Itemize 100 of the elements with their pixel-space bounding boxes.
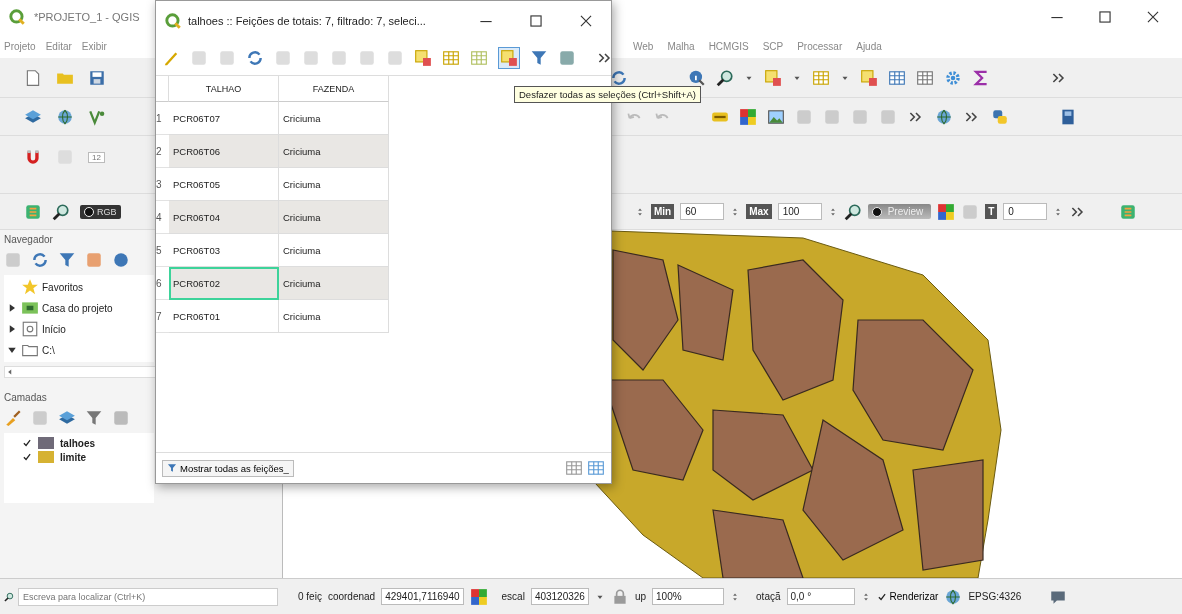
info-icon[interactable] bbox=[112, 251, 130, 269]
max-field[interactable]: 100 bbox=[777, 203, 822, 220]
python-icon[interactable] bbox=[991, 107, 1009, 126]
scale-field[interactable]: 403120326 bbox=[530, 588, 589, 605]
table-cell[interactable]: PCR06T06 bbox=[169, 135, 279, 168]
magnifier-icon[interactable] bbox=[716, 68, 734, 87]
max-label: Max bbox=[746, 204, 772, 219]
filter-icon[interactable] bbox=[85, 409, 103, 427]
crs-button[interactable]: EPSG:4326 bbox=[968, 591, 1022, 602]
band-combo[interactable]: RGB bbox=[80, 204, 121, 219]
magnet-icon[interactable] bbox=[24, 148, 42, 166]
filter-icon[interactable] bbox=[58, 251, 76, 269]
rotation-field[interactable]: 0,0 ° bbox=[786, 588, 855, 605]
table-icon[interactable] bbox=[812, 68, 830, 87]
checkmark-icon bbox=[876, 591, 887, 602]
t-label: T bbox=[985, 204, 998, 219]
image-icon[interactable] bbox=[767, 107, 785, 126]
tooltip: Desfazer todas as seleções (Ctrl+Shift+A) bbox=[514, 86, 701, 103]
extents-icon[interactable] bbox=[469, 587, 488, 606]
home-icon bbox=[21, 320, 39, 338]
filter-icon[interactable] bbox=[530, 49, 548, 67]
window-title: *PROJETO_1 - QGIS bbox=[34, 11, 140, 23]
crs-globe-icon[interactable] bbox=[944, 587, 963, 606]
rotation-label: otaçã bbox=[756, 591, 781, 602]
gear-icon[interactable] bbox=[944, 68, 962, 87]
table-cell[interactable]: Criciuma bbox=[279, 135, 389, 168]
deselect-icon[interactable] bbox=[860, 68, 878, 87]
zoom-icon[interactable] bbox=[843, 202, 862, 221]
filter-icon bbox=[167, 463, 177, 473]
table-view-icon[interactable] bbox=[587, 459, 605, 477]
dialog-title: talhoes :: Feições de totais: 7, filtrado: 7, seleci... bbox=[188, 15, 426, 27]
menu-item[interactable]: Exibir bbox=[81, 40, 107, 52]
menu-item[interactable]: Malha bbox=[667, 40, 695, 52]
maximize-icon[interactable] bbox=[1096, 8, 1114, 26]
select-icon[interactable] bbox=[414, 49, 432, 67]
menu-item[interactable]: HCMGIS bbox=[708, 40, 749, 52]
coordinate-label: coordenad bbox=[327, 591, 376, 602]
pencil-icon[interactable] bbox=[162, 49, 180, 67]
menu-item[interactable]: Ajuda bbox=[856, 40, 882, 52]
select-icon[interactable] bbox=[764, 68, 782, 87]
identify-icon[interactable] bbox=[688, 68, 706, 87]
form-view-icon[interactable] bbox=[565, 459, 583, 477]
search-icon bbox=[4, 591, 14, 602]
menu-item[interactable]: SCP bbox=[762, 40, 784, 52]
tree-item[interactable]: Início bbox=[42, 323, 66, 335]
new-document-icon[interactable] bbox=[24, 68, 42, 87]
coordinate-field[interactable]: 429401,7116940 bbox=[381, 588, 464, 605]
filter-button[interactable]: Mostrar todas as feições_ bbox=[162, 459, 294, 477]
row-number[interactable]: 5 bbox=[156, 234, 169, 267]
project-icon bbox=[21, 299, 39, 317]
layer-name[interactable]: talhoes bbox=[60, 437, 95, 449]
qgis-logo-icon bbox=[164, 12, 182, 30]
row-number[interactable]: 3 bbox=[156, 168, 169, 201]
refresh-icon[interactable] bbox=[610, 68, 628, 87]
layer-checkbox[interactable] bbox=[22, 438, 32, 448]
column-header[interactable]: TALHAO bbox=[169, 76, 279, 102]
table-icon[interactable] bbox=[888, 68, 906, 87]
globe-icon[interactable] bbox=[56, 107, 74, 126]
menu-item[interactable]: Projeto bbox=[4, 40, 36, 52]
table-cell[interactable]: Criciuma bbox=[279, 267, 389, 300]
globe-icon[interactable] bbox=[935, 107, 953, 126]
tree-item[interactable]: Favoritos bbox=[42, 281, 84, 293]
feature-count: 0 feiç bbox=[298, 591, 322, 602]
table-cell[interactable]: Criciuma bbox=[279, 300, 389, 333]
locator-search-field[interactable]: Escreva para localizar (Ctrl+K) bbox=[18, 587, 278, 606]
min-field[interactable]: 60 bbox=[680, 203, 725, 220]
row-number[interactable]: 1 bbox=[156, 102, 169, 135]
layer-checkbox[interactable] bbox=[22, 452, 32, 462]
table-cell[interactable]: PCR06T04 bbox=[169, 201, 279, 234]
color-squares-icon[interactable] bbox=[937, 202, 956, 221]
tree-item[interactable]: Casa do projeto bbox=[42, 302, 113, 314]
table-icon[interactable] bbox=[442, 49, 460, 67]
magnifier-field[interactable]: 100% bbox=[652, 588, 725, 605]
deselect-icon[interactable] bbox=[500, 49, 518, 67]
snap-field[interactable]: 12 bbox=[88, 151, 105, 163]
tree-item[interactable]: C:\ bbox=[42, 344, 55, 356]
raster-icon[interactable] bbox=[24, 202, 42, 221]
spin-icon[interactable] bbox=[635, 206, 645, 217]
zoom-icon[interactable] bbox=[52, 202, 70, 221]
table-cell[interactable]: PCR06T01 bbox=[169, 300, 279, 333]
color-squares-icon[interactable] bbox=[739, 107, 757, 126]
style-brush-icon[interactable] bbox=[4, 409, 22, 427]
menu-item[interactable]: Web bbox=[633, 40, 654, 52]
column-header[interactable]: FAZENDA bbox=[279, 76, 389, 102]
row-number[interactable]: 7 bbox=[156, 300, 169, 333]
render-checkbox[interactable]: Renderizar bbox=[876, 591, 939, 602]
refresh-icon[interactable] bbox=[31, 251, 49, 269]
table-cell[interactable]: PCR06T02 bbox=[169, 267, 279, 300]
t-field[interactable]: 0 bbox=[1003, 203, 1048, 220]
book-icon[interactable] bbox=[1059, 107, 1077, 126]
scale-label: escal bbox=[501, 591, 525, 602]
sigma-icon[interactable] bbox=[972, 68, 990, 87]
table-cell[interactable]: Criciuma bbox=[279, 201, 389, 234]
refresh-icon[interactable] bbox=[246, 49, 264, 67]
maximize-icon[interactable] bbox=[527, 12, 545, 30]
layer-name[interactable]: limite bbox=[60, 451, 87, 463]
panel-title: Camadas bbox=[4, 391, 48, 403]
pan-icon[interactable] bbox=[558, 49, 576, 67]
menu-item[interactable]: Processar bbox=[797, 40, 843, 52]
menu-item[interactable]: Editar bbox=[45, 40, 72, 52]
